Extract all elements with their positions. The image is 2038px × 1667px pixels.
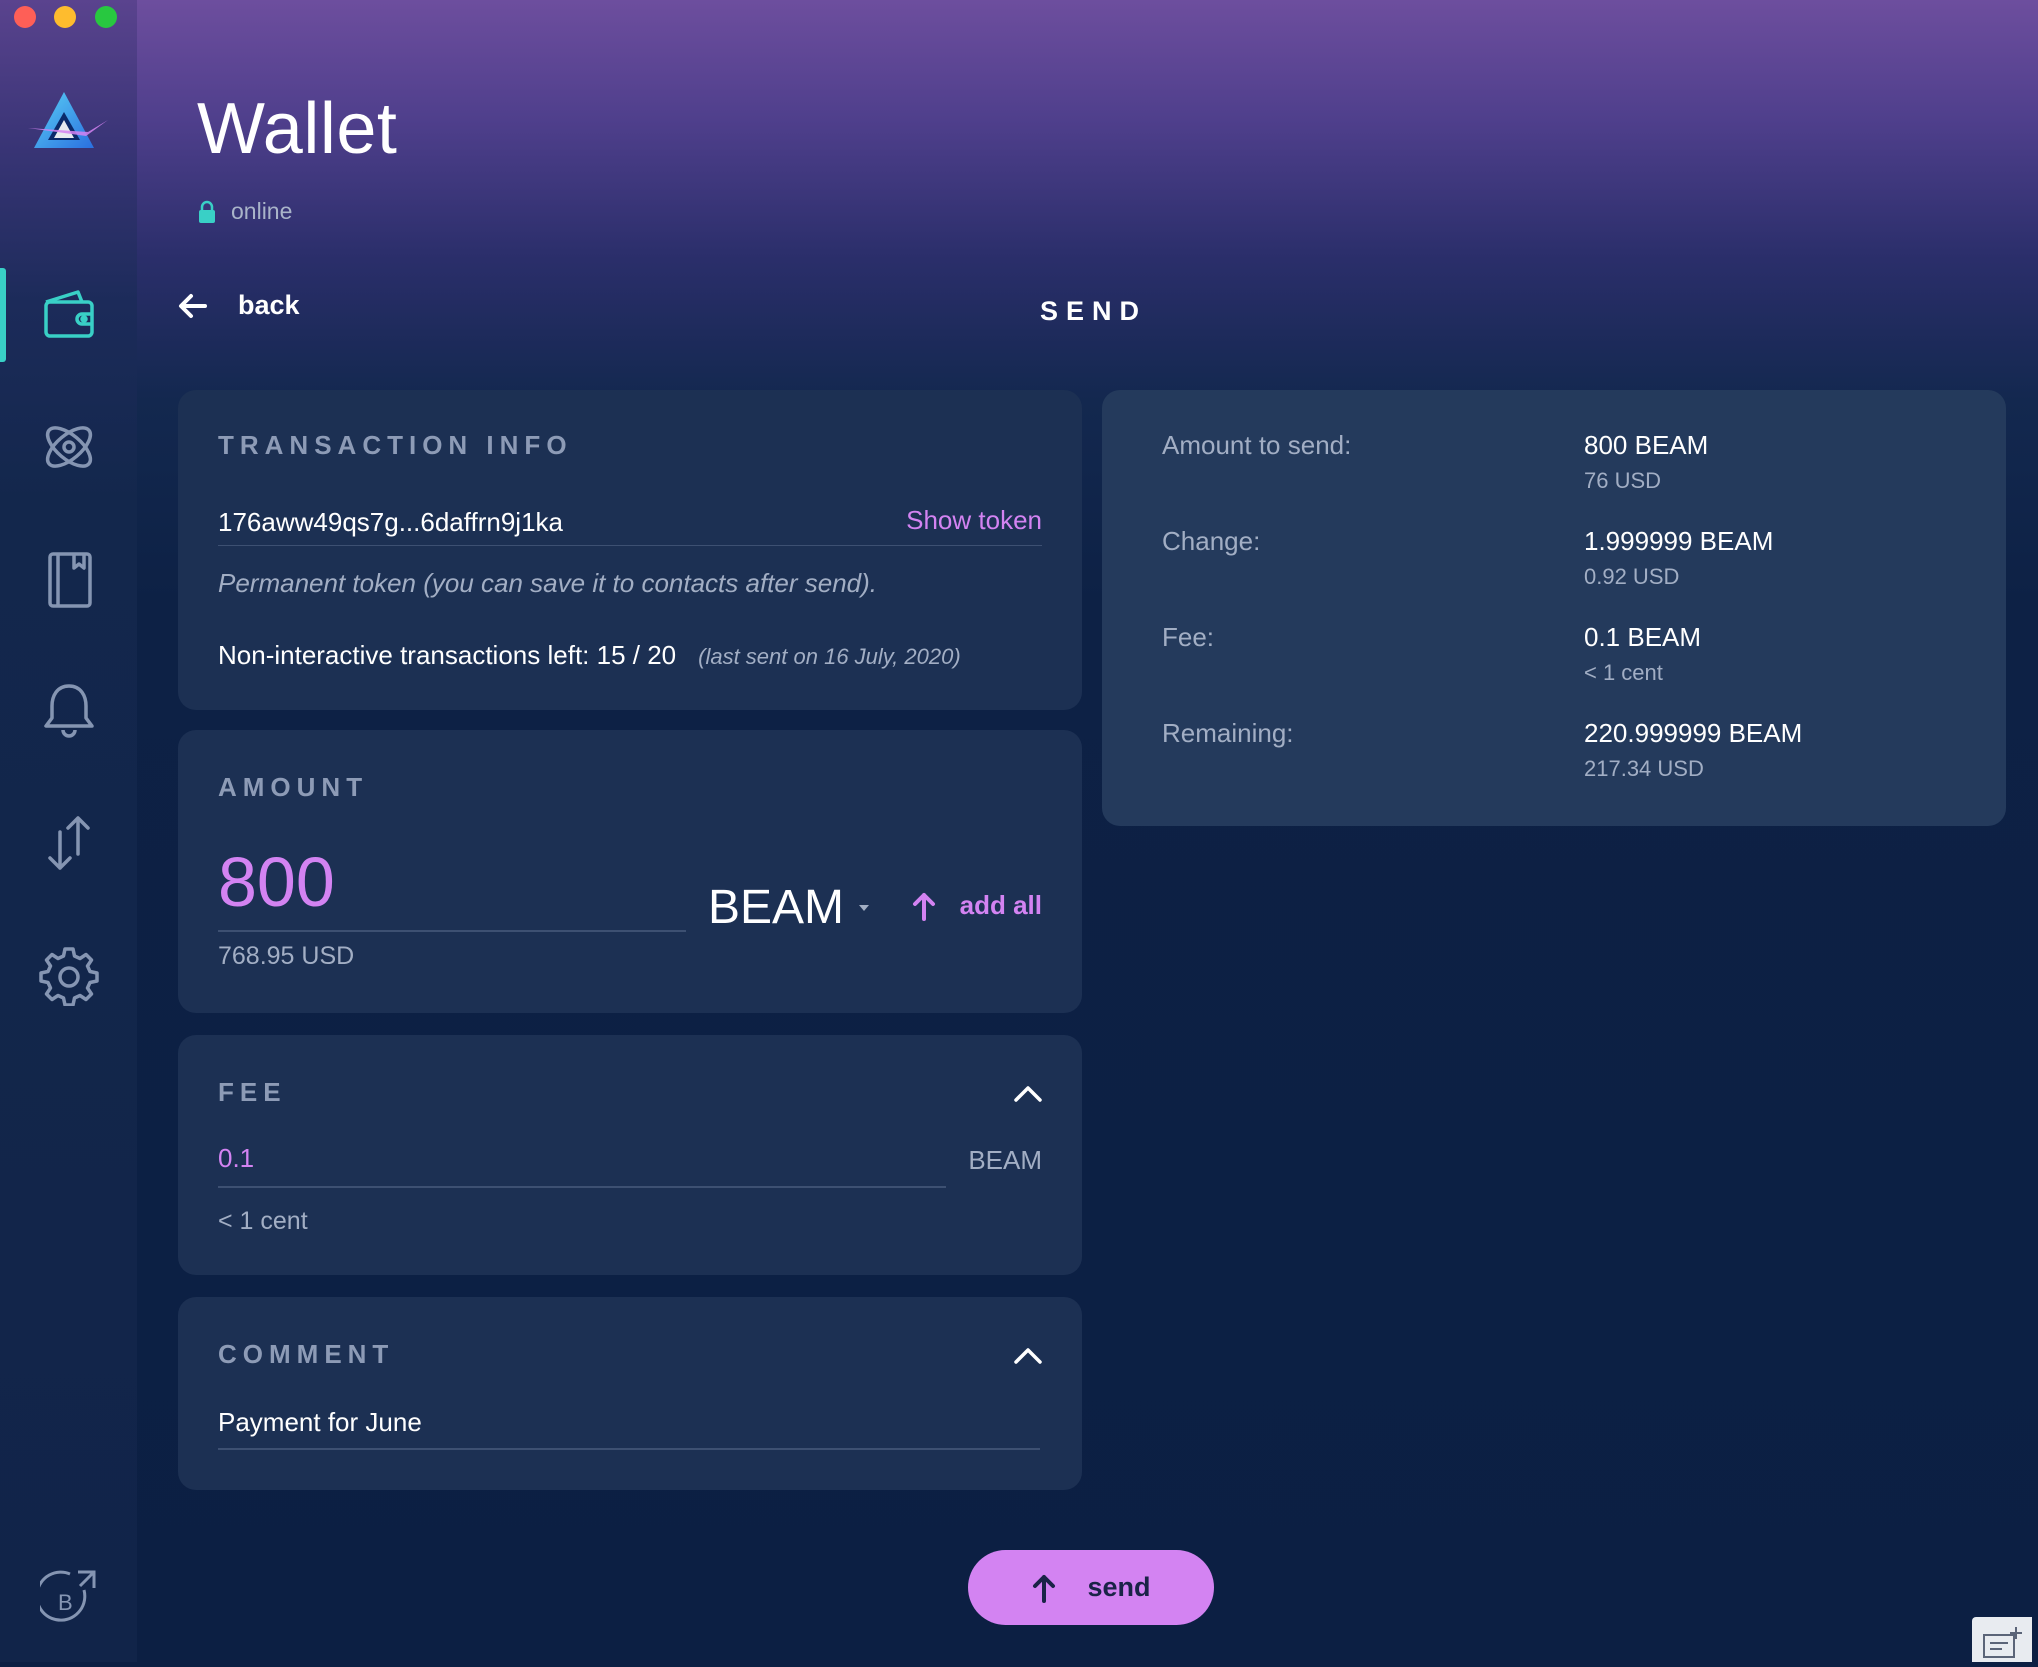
summary-label: Change: xyxy=(1162,526,1261,556)
comment-title: COMMENT xyxy=(218,1339,395,1369)
arrow-up-icon xyxy=(1033,1574,1056,1603)
comment-collapse-button[interactable] xyxy=(1010,1341,1046,1371)
sidebar-item-wallet[interactable] xyxy=(0,265,137,365)
summary-sub: 0.92 USD xyxy=(1584,564,1680,589)
summary-panel: Amount to send: 800 BEAM 76 USD Change: … xyxy=(1102,390,2006,826)
page-title: Wallet xyxy=(197,89,398,169)
gear-icon xyxy=(38,947,99,1006)
note-add-icon xyxy=(1983,1627,2022,1658)
comment-panel: COMMENT xyxy=(178,1297,1082,1490)
amount-input[interactable] xyxy=(218,840,686,932)
add-all-button[interactable]: add all xyxy=(912,890,1042,921)
summary-sub: 76 USD xyxy=(1584,468,1662,493)
token-value[interactable]: 176aww49qs7g...6daffrn9j1ka xyxy=(218,507,563,538)
arrow-up-icon xyxy=(912,892,935,921)
fee-input[interactable] xyxy=(218,1143,946,1188)
caret-down-icon xyxy=(859,904,870,911)
connection-status: online xyxy=(197,198,292,225)
last-sent-date: (last sent on 16 July, 2020) xyxy=(698,644,961,669)
transaction-info-title: TRANSACTION INFO xyxy=(218,430,573,460)
currency-label: BEAM xyxy=(708,881,845,934)
summary-value: 800 BEAM xyxy=(1584,430,1709,460)
summary-label: Amount to send: xyxy=(1162,430,1352,460)
sidebar-item-address-book[interactable] xyxy=(0,529,137,629)
summary-sub: < 1 cent xyxy=(1584,660,1663,685)
add-all-label: add all xyxy=(959,890,1042,920)
currency-select[interactable]: BEAM xyxy=(708,880,870,935)
send-button[interactable]: send xyxy=(968,1550,1214,1625)
summary-sub: 217.34 USD xyxy=(1584,756,1704,781)
window-zoom-button[interactable] xyxy=(95,6,117,28)
arrow-left-icon xyxy=(179,293,207,318)
amount-title: AMOUNT xyxy=(218,772,369,802)
beam-external-link-icon[interactable]: B xyxy=(40,1568,100,1628)
sidebar-item-settings[interactable] xyxy=(0,925,137,1025)
send-label: send xyxy=(1087,1572,1151,1602)
sidebar-item-transactions[interactable] xyxy=(0,793,137,893)
summary-value: 0.1 BEAM xyxy=(1584,622,1702,652)
fee-title: FEE xyxy=(218,1077,287,1107)
sidebar-item-atomic-swap[interactable] xyxy=(0,397,137,497)
sidebar-item-notifications[interactable] xyxy=(0,661,137,761)
status-text: online xyxy=(231,198,293,224)
svg-text:B: B xyxy=(58,1590,73,1615)
summary-value: 1.999999 BEAM xyxy=(1584,526,1774,556)
chevron-up-icon xyxy=(1014,1348,1042,1364)
show-token-link[interactable]: Show token xyxy=(906,505,1042,536)
back-label: back xyxy=(238,290,300,320)
amount-usd: 768.95 USD xyxy=(218,942,355,970)
bell-icon xyxy=(43,684,94,738)
summary-label: Remaining: xyxy=(1162,718,1294,748)
token-note: Permanent token (you can save it to cont… xyxy=(218,568,878,598)
back-button[interactable]: back xyxy=(178,290,300,321)
book-icon xyxy=(47,552,92,608)
lock-icon xyxy=(199,200,215,223)
fee-collapse-button[interactable] xyxy=(1010,1079,1046,1109)
sidebar: B xyxy=(0,0,137,1662)
arrows-updown-icon xyxy=(47,816,90,870)
fee-panel: FEE BEAM < 1 cent xyxy=(178,1035,1082,1275)
window-close-button[interactable] xyxy=(14,6,36,28)
chevron-up-icon xyxy=(1014,1086,1042,1102)
summary-value: 220.999999 BEAM xyxy=(1584,718,1803,748)
fee-usd: < 1 cent xyxy=(218,1207,308,1235)
window-minimize-button[interactable] xyxy=(54,6,76,28)
wallet-icon xyxy=(43,290,94,338)
feedback-icon[interactable] xyxy=(1972,1617,2032,1662)
app-window: B Wallet online back SEND TRANSACTION IN… xyxy=(0,0,2038,1662)
token-underline xyxy=(218,545,1042,546)
amount-panel: AMOUNT 768.95 USD BEAM add all xyxy=(178,730,1082,1013)
transaction-info-panel: TRANSACTION INFO 176aww49qs7g...6daffrn9… xyxy=(178,390,1082,710)
page-heading: SEND xyxy=(1040,296,1148,326)
beam-logo-icon xyxy=(28,92,108,148)
fee-unit: BEAM xyxy=(968,1145,1042,1175)
summary-label: Fee: xyxy=(1162,622,1215,652)
non-interactive-info: Non-interactive transactions left: 15 / … xyxy=(218,640,961,671)
non-interactive-count: Non-interactive transactions left: 15 / … xyxy=(218,640,677,670)
comment-input[interactable] xyxy=(218,1407,1040,1450)
atom-icon xyxy=(45,426,92,468)
